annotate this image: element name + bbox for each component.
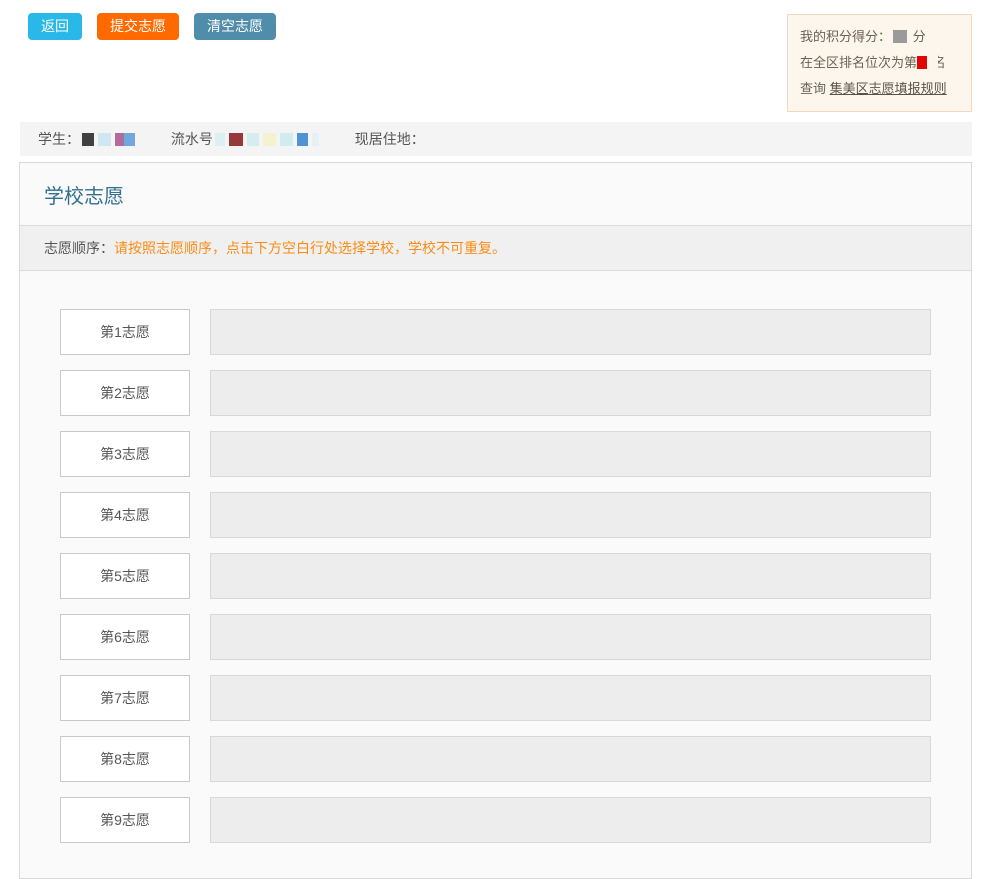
order-instruction: 请按照志愿顺序，点击下方空白行处选择学校，学校不可重复。 [114,240,506,256]
preference-label: 第9志愿 [60,797,190,843]
school-preference-panel: 学校志愿 志愿顺序：请按照志愿顺序，点击下方空白行处选择学校，学校不可重复。 第… [19,162,972,879]
serial-label: 流水号 [170,131,213,147]
preference-row: 第2志愿 [60,370,931,416]
redacted-student-name [82,133,94,146]
redacted-serial-7 [311,133,319,146]
rules-line-prefix: 查询 [800,81,827,96]
preference-row: 第1志愿 [60,309,931,355]
toolbar: 返回 提交志愿 清空志愿 [28,13,276,40]
preference-label: 第3志愿 [60,431,190,477]
residence-group: 现居住地： [355,131,425,147]
rank-line: 在全区排名位次为第 名 [800,48,959,80]
preference-label: 第6志愿 [60,614,190,660]
preference-row: 第6志愿 [60,614,931,660]
student-info-bar: 学生： 流水号 现居住地： [20,122,972,156]
score-line-suffix: 分 [912,29,926,44]
preference-label: 第5志愿 [60,553,190,599]
residence-label: 现居住地： [354,131,425,147]
preference-rows: 第1志愿 第2志愿 第3志愿 第4志愿 第5志愿 第6志愿 第7志愿 第8志愿 … [20,271,971,878]
score-info-box: 我的积分得分： 分 在全区排名位次为第 名 查询 集美区志愿填报规则 [787,14,972,112]
rank-line-prefix: 在全区排名位次为第 [800,55,918,70]
redacted-serial-5 [279,133,293,146]
rules-line: 查询 集美区志愿填报规则 [800,76,959,102]
redacted-score-value [893,30,908,43]
student-label: 学生： [38,131,80,147]
preference-label: 第2志愿 [60,370,190,416]
redacted-student-name-3 [115,133,124,146]
page-title: 学校志愿 [44,186,124,208]
preference-row: 第8志愿 [60,736,931,782]
panel-instruction-bar: 志愿顺序：请按照志愿顺序，点击下方空白行处选择学校，学校不可重复。 [20,226,971,271]
preference-slot[interactable] [210,309,931,355]
back-button[interactable]: 返回 [28,13,82,40]
preference-label: 第7志愿 [60,675,190,721]
redacted-rank-value [917,56,928,69]
preference-slot[interactable] [210,736,931,782]
redacted-serial-6 [296,133,308,146]
preference-slot[interactable] [210,370,931,416]
redacted-serial-4 [262,133,276,146]
panel-header: 学校志愿 [20,163,971,226]
redacted-serial-3 [246,133,259,146]
preference-label: 第1志愿 [60,309,190,355]
score-line: 我的积分得分： 分 [800,24,959,50]
redacted-serial-2 [228,133,243,146]
preference-row: 第7志愿 [60,675,931,721]
preference-slot[interactable] [210,431,931,477]
submit-preferences-button[interactable]: 提交志愿 [97,13,179,40]
preference-row: 第5志愿 [60,553,931,599]
preference-slot[interactable] [210,614,931,660]
preference-row: 第4志愿 [60,492,931,538]
score-line-prefix: 我的积分得分： [800,29,892,44]
preference-label: 第4志愿 [60,492,190,538]
preference-slot[interactable] [210,797,931,843]
redacted-serial-1 [214,133,225,146]
preference-row: 第3志愿 [60,431,931,477]
preference-slot[interactable] [210,675,931,721]
preference-row: 第9志愿 [60,797,931,843]
order-label: 志愿顺序： [44,240,114,256]
filling-rules-link[interactable]: 集美区志愿填报规则 [830,81,947,96]
student-group: 学生： [38,131,141,147]
redacted-student-name-4 [124,133,135,146]
preference-slot[interactable] [210,492,931,538]
redacted-student-name-2 [98,133,111,146]
clear-preferences-button[interactable]: 清空志愿 [194,13,276,40]
preference-label: 第8志愿 [60,736,190,782]
preference-slot[interactable] [210,553,931,599]
rank-line-suffix: 名 [930,48,946,80]
serial-group: 流水号 [171,131,325,147]
